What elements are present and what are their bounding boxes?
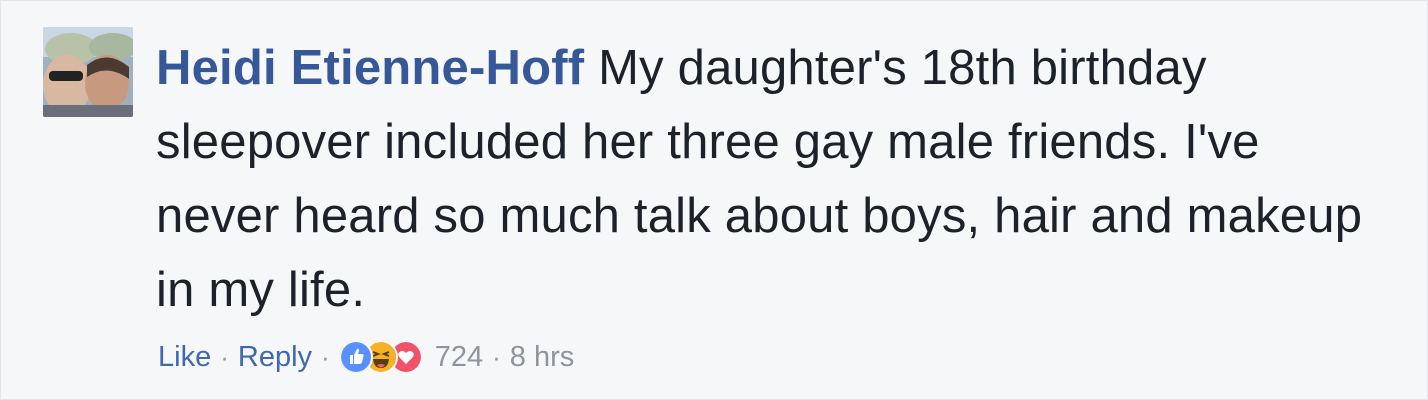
separator: · [220,341,229,372]
like-link[interactable]: Like [158,341,211,374]
comment-actions: Like · Reply · 724 · 8 hrs [158,336,574,378]
separator: · [492,341,501,372]
avatar[interactable] [43,27,133,117]
reactions-summary[interactable] [338,340,423,374]
comment-timestamp[interactable]: 8 hrs [510,341,574,374]
separator: · [321,341,330,372]
reply-link[interactable]: Reply [238,341,312,374]
avatar-photo [43,27,133,117]
comment-body: Heidi Etienne-Hoff My daughter's 18th bi… [156,31,1376,327]
comment-author-name[interactable]: Heidi Etienne-Hoff [156,41,584,95]
comment-card: Heidi Etienne-Hoff My daughter's 18th bi… [0,0,1428,400]
like-reaction-icon [338,340,373,374]
reaction-count[interactable]: 724 [435,341,483,374]
